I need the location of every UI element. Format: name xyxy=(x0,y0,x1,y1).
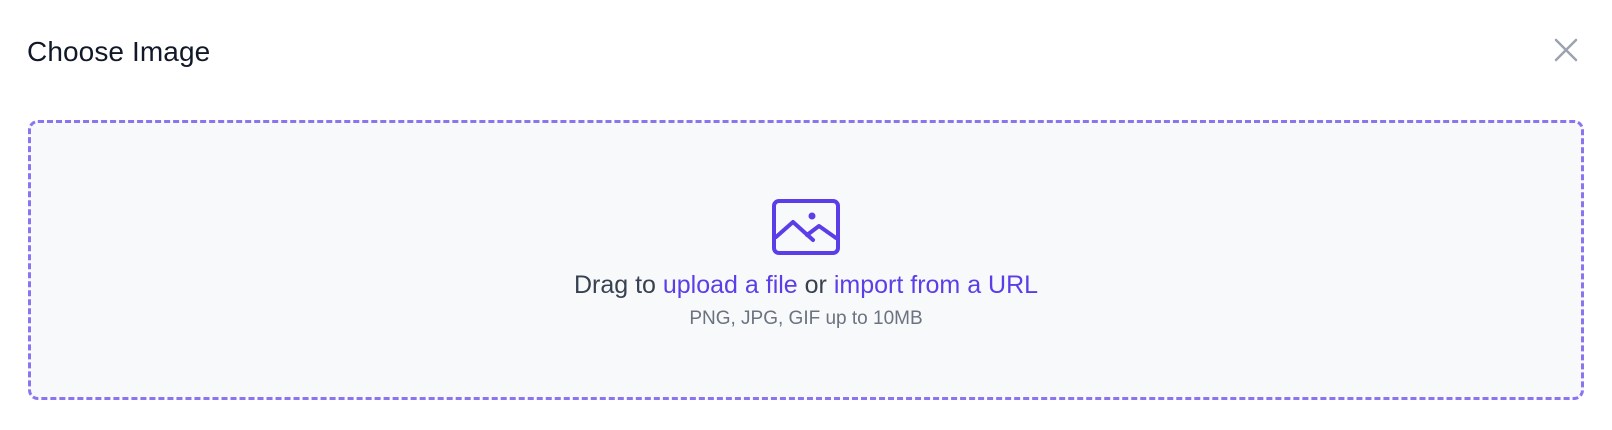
close-button[interactable] xyxy=(1546,30,1586,70)
prompt-prefix: Drag to xyxy=(573,271,656,299)
prompt-connector: or xyxy=(804,271,827,299)
choose-image-dialog: Choose Image Drag to upload a file or im… xyxy=(0,0,1612,430)
dropzone-prompt: Drag to upload a file or import from a U… xyxy=(574,268,1038,302)
file-type-hint: PNG, JPG, GIF up to 10MB xyxy=(689,308,923,329)
dialog-header: Choose Image xyxy=(0,0,1612,100)
image-icon xyxy=(772,199,840,255)
dialog-title: Choose Image xyxy=(27,36,211,67)
close-icon xyxy=(1554,38,1578,62)
image-dropzone[interactable]: Drag to upload a file or import from a U… xyxy=(28,120,1584,400)
dropzone-content: Drag to upload a file or import from a U… xyxy=(31,198,1581,332)
import-url-link[interactable]: import from a URL xyxy=(834,271,1038,299)
upload-file-link[interactable]: upload a file xyxy=(663,271,798,299)
